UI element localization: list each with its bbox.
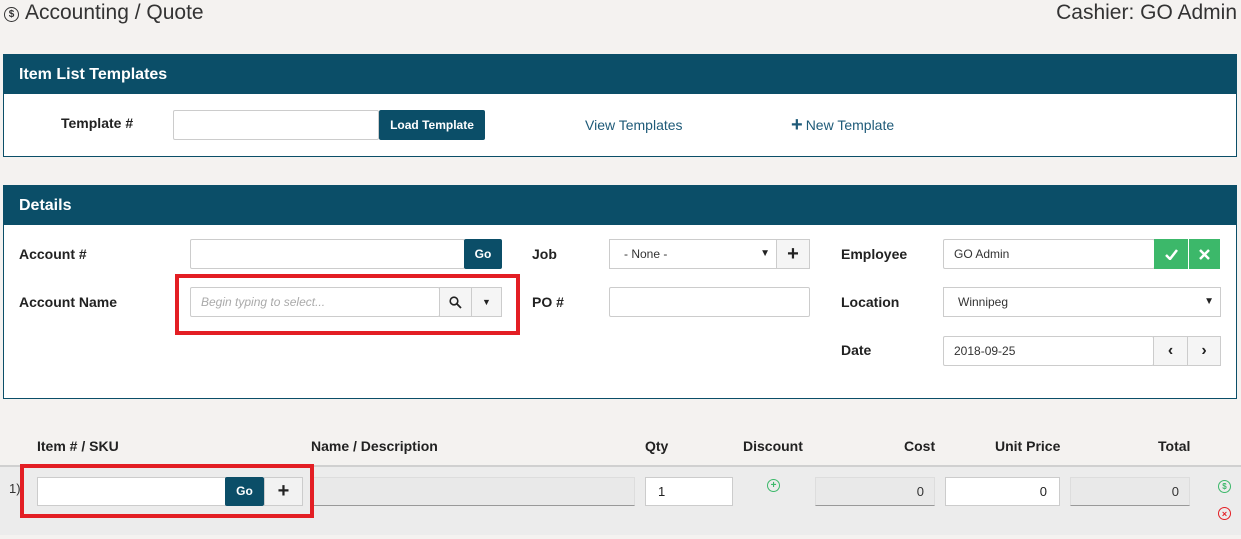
col-header-sku: Item # / SKU [37, 438, 119, 454]
chevron-left-icon: ‹ [1167, 342, 1174, 359]
col-header-unit-price: Unit Price [995, 438, 1061, 454]
job-selected-value: - None - [624, 247, 668, 261]
account-go-button[interactable]: Go [464, 239, 502, 269]
chevron-right-icon: › [1201, 342, 1207, 359]
highlight-sku [20, 464, 314, 518]
new-template-link[interactable]: + New Template [791, 114, 895, 136]
top-bar: $ Accounting / Quote Cashier: GO Admin [0, 0, 1241, 30]
col-header-cost: Cost [904, 438, 936, 454]
qty-input[interactable]: 1 [645, 477, 733, 506]
location-label: Location [841, 294, 900, 310]
location-select[interactable]: Winnipeg ▼ [943, 287, 1221, 317]
location-selected-value: Winnipeg [958, 295, 1009, 309]
page-title: Accounting / Quote [25, 1, 204, 24]
po-input[interactable] [609, 287, 810, 317]
po-label: PO # [532, 294, 564, 310]
plus-icon: + [787, 242, 799, 265]
employee-confirm-button[interactable] [1154, 239, 1188, 269]
employee-clear-button[interactable] [1188, 239, 1220, 269]
job-label: Job [532, 246, 557, 262]
load-template-button[interactable]: Load Template [379, 110, 485, 140]
add-discount-icon[interactable]: + [767, 479, 780, 492]
add-job-button[interactable]: + [776, 239, 810, 269]
col-header-name: Name / Description [311, 438, 438, 454]
caret-down-icon: ▼ [1204, 296, 1214, 307]
employee-label: Employee [841, 246, 908, 262]
account-number-input[interactable] [190, 239, 465, 269]
row-index: 1) [9, 481, 21, 496]
cost-field: 0 [815, 477, 935, 506]
account-number-label: Account # [19, 246, 87, 262]
remove-row-icon[interactable]: × [1218, 507, 1231, 520]
templates-panel: Item List Templates Template # Load Temp… [3, 54, 1237, 157]
col-header-discount: Discount [743, 438, 803, 454]
job-select[interactable]: - None - ▼ [609, 239, 777, 269]
plus-icon: + [791, 114, 803, 136]
templates-panel-heading: Item List Templates [4, 55, 1236, 94]
new-template-label: New Template [805, 117, 895, 133]
date-next-button[interactable]: › [1187, 336, 1221, 366]
date-label: Date [841, 342, 872, 358]
date-input[interactable]: 2018-09-25 [943, 336, 1154, 366]
check-icon [1164, 248, 1178, 260]
dollar-circle-icon[interactable]: $ [1218, 480, 1231, 493]
date-previous-button[interactable]: ‹ [1153, 336, 1188, 366]
highlight-account-name [175, 274, 520, 335]
col-header-total: Total [1158, 438, 1191, 454]
details-panel-heading: Details [4, 186, 1236, 225]
account-name-label: Account Name [19, 294, 118, 310]
caret-down-icon: ▼ [760, 248, 770, 259]
unit-price-input[interactable]: 0 [945, 477, 1060, 506]
template-input[interactable] [173, 110, 379, 140]
view-templates-link[interactable]: View Templates [585, 117, 683, 133]
close-icon [1199, 248, 1210, 260]
page-title-wrap: $ Accounting / Quote [4, 1, 204, 25]
total-field: 0 [1070, 477, 1190, 506]
dollar-circle-icon: $ [4, 6, 19, 22]
employee-input[interactable]: GO Admin [943, 239, 1155, 269]
name-description-field[interactable] [311, 477, 635, 506]
template-label: Template # [61, 115, 134, 131]
cashier-label: Cashier: GO Admin [1056, 1, 1237, 24]
col-header-qty: Qty [645, 438, 669, 454]
